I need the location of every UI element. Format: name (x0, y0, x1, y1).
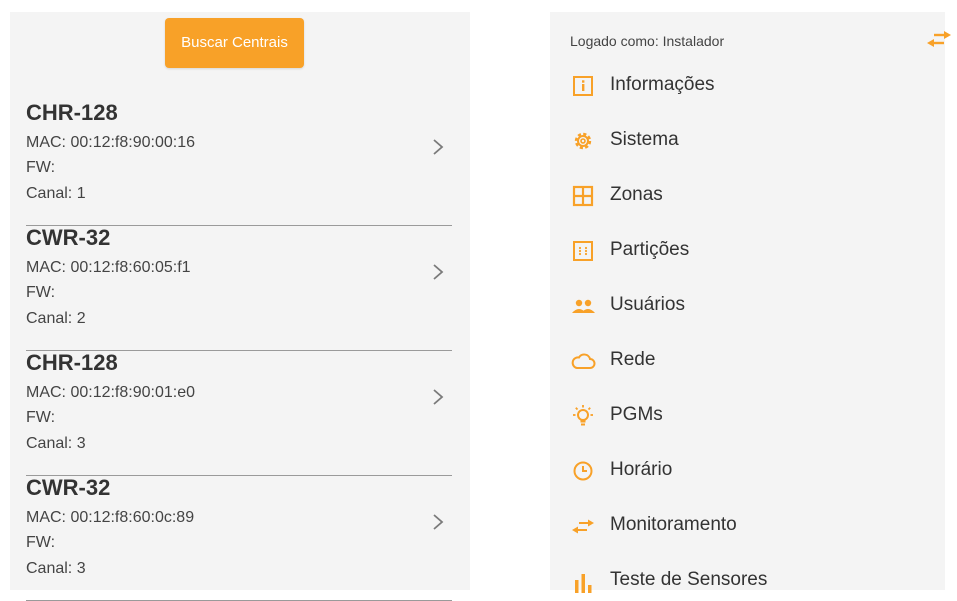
menu-item-horario[interactable]: Horário (570, 451, 930, 491)
menu-item-rede[interactable]: Rede (570, 341, 930, 381)
lightbulb-icon (573, 405, 593, 426)
chevron-right-icon (433, 389, 444, 405)
device-fw: FW: (26, 284, 56, 301)
menu-item-label: Sistema (610, 129, 679, 150)
device-list-item[interactable]: CHR-128 MAC: 00:12:f8:90:00:16 FW: Canal… (26, 100, 452, 226)
menu-item-teste-de-sensores[interactable]: Teste de Sensores (570, 561, 930, 601)
menu-item-sistema[interactable]: Sistema (570, 121, 930, 161)
users-icon (572, 299, 595, 313)
menu-item-label: Usuários (610, 294, 685, 315)
menu-item-label: Rede (610, 349, 656, 370)
device-fw: FW: (26, 409, 56, 426)
menu-item-label: Horário (610, 459, 673, 480)
logged-user-label: Logado como: Instalador (570, 33, 725, 49)
gear-icon (574, 132, 592, 150)
central-list-panel: Buscar Centrais CHR-128 MAC: 00:12:f8:90… (10, 12, 470, 601)
main-menu-panel: Logado como: Instalador Informações Sist… (550, 12, 951, 593)
info-icon (573, 76, 593, 96)
grid-icon (572, 185, 594, 207)
device-name: CWR-32 (26, 225, 111, 250)
chevron-right-icon (433, 514, 444, 530)
device-fw: FW: (26, 159, 56, 176)
device-fw: FW: (26, 534, 56, 551)
bar-chart-icon (575, 574, 592, 593)
menu-item-zonas[interactable]: Zonas (570, 176, 930, 216)
device-mac: MAC: 00:12:f8:60:0c:89 (26, 509, 195, 526)
device-mac: MAC: 00:12:f8:90:01:e0 (26, 384, 195, 401)
menu-item-label: PGMs (610, 404, 663, 425)
device-list-item[interactable]: CWR-32 MAC: 00:12:f8:60:05:f1 FW: Canal:… (26, 225, 452, 351)
menu-item-particoes[interactable]: Partições (570, 231, 930, 271)
menu-item-informacoes[interactable]: Informações (570, 66, 930, 106)
menu-item-label: Zonas (610, 184, 663, 205)
device-mac: MAC: 00:12:f8:60:05:f1 (26, 259, 191, 276)
device-list-item[interactable]: CHR-128 MAC: 00:12:f8:90:01:e0 FW: Canal… (26, 350, 452, 476)
device-list-item[interactable]: CWR-32 MAC: 00:12:f8:60:0c:89 FW: Canal:… (26, 475, 452, 601)
menu-item-usuarios[interactable]: Usuários (570, 286, 930, 326)
device-channel: Canal: 2 (26, 310, 86, 327)
device-channel: Canal: 3 (26, 435, 86, 452)
menu-item-label: Partições (610, 239, 690, 260)
cloud-icon (571, 353, 596, 369)
device-channel: Canal: 1 (26, 185, 86, 202)
search-centrals-button[interactable]: Buscar Centrais (165, 18, 304, 68)
partition-icon (573, 241, 593, 261)
chevron-right-icon (433, 264, 444, 280)
device-name: CHR-128 (26, 350, 118, 375)
swap-arrows-icon[interactable] (926, 30, 952, 48)
menu-item-pgms[interactable]: PGMs (570, 396, 930, 436)
swap-arrows-icon (572, 519, 594, 534)
menu-item-label: Informações (610, 74, 715, 95)
menu-item-label: Teste de Sensores (610, 569, 768, 590)
device-channel: Canal: 3 (26, 560, 86, 577)
clock-icon (573, 461, 593, 481)
chevron-right-icon (433, 139, 444, 155)
menu-item-monitoramento[interactable]: Monitoramento (570, 506, 930, 546)
device-name: CWR-32 (26, 475, 111, 500)
device-mac: MAC: 00:12:f8:90:00:16 (26, 134, 195, 151)
menu-item-label: Monitoramento (610, 514, 737, 535)
device-name: CHR-128 (26, 100, 118, 125)
